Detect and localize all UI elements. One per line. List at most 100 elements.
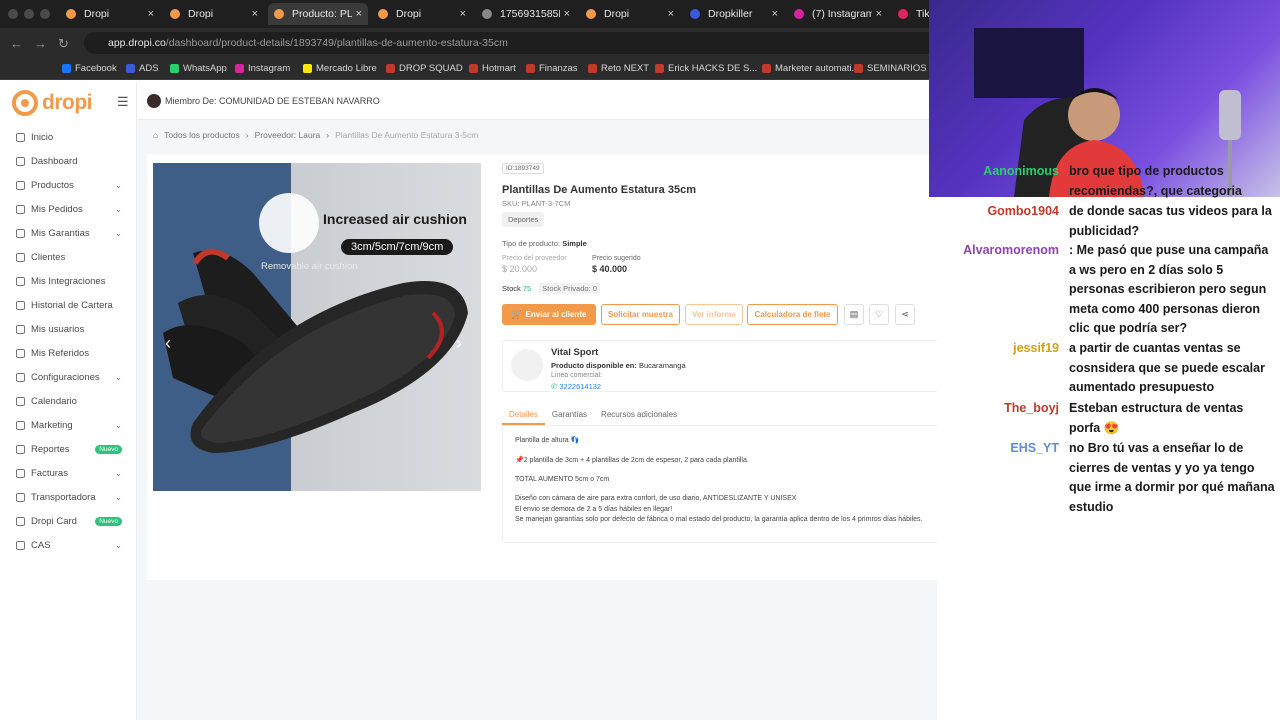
sidebar-item-clientes[interactable]: Clientes — [16, 248, 126, 266]
browser-tab[interactable]: 1756931585R × — [476, 3, 576, 25]
share-icon[interactable]: ⋖ — [895, 304, 915, 325]
heart-icon[interactable]: ♡ — [869, 304, 889, 325]
sidebar-item-icon — [16, 420, 25, 430]
tab-close-icon[interactable]: × — [148, 8, 154, 20]
tab-warranties[interactable]: Garantías — [545, 406, 594, 425]
browser-tab[interactable]: Dropi × — [60, 3, 160, 25]
chat-text: no Bro tú vas a enseñar lo de cierres de… — [1069, 441, 1275, 514]
tab-close-icon[interactable]: × — [564, 8, 570, 20]
tab-favicon-icon — [378, 9, 388, 19]
chevron-down-icon: ⌄ — [115, 420, 122, 430]
bookmark-item[interactable]: WhatsApp — [170, 63, 227, 74]
bookmark-item[interactable]: Finanzas — [526, 63, 578, 74]
tab-details[interactable]: Detalles — [502, 406, 545, 425]
sidebar-item-dropi-card[interactable]: Dropi Card Nuevo — [16, 512, 126, 530]
browser-tab[interactable]: Dropkiller × — [684, 3, 784, 25]
back-icon[interactable]: ← — [10, 36, 23, 51]
send-to-client-button[interactable]: 🛒 Enviar al cliente — [502, 304, 596, 325]
document-icon[interactable]: ▤ — [844, 304, 864, 325]
bookmark-item[interactable]: Marketer automati... — [762, 63, 859, 74]
sidebar-item-facturas[interactable]: Facturas ⌄ — [16, 464, 126, 482]
chat-username: jessif19 — [1013, 341, 1059, 355]
browser-tab[interactable]: (7) Instagram × — [788, 3, 888, 25]
sidebar-item-reportes[interactable]: Reportes Nuevo — [16, 440, 126, 458]
sidebar-item-configuraciones[interactable]: Configuraciones ⌄ — [16, 368, 126, 386]
description-line: Se manejan garantías solo por defecto de… — [515, 516, 923, 523]
sidebar-item-productos[interactable]: Productos ⌄ — [16, 176, 126, 194]
sidebar-item-label: Reportes — [31, 443, 70, 455]
sidebar-item-marketing[interactable]: Marketing ⌄ — [16, 416, 126, 434]
bookmark-icon — [469, 64, 478, 73]
tab-close-icon[interactable]: × — [668, 8, 674, 20]
breadcrumb-supplier[interactable]: Proveedor: Laura — [255, 130, 321, 140]
sidebar-item-inicio[interactable]: Inicio — [16, 128, 126, 146]
seller-phone[interactable]: ✆ 3222614132 — [551, 382, 601, 391]
tab-close-icon[interactable]: × — [252, 8, 258, 20]
tab-close-icon[interactable]: × — [772, 8, 778, 20]
tab-title: Dropi — [396, 8, 422, 20]
bookmark-item[interactable]: Hotmart — [469, 63, 516, 74]
product-type: Tipo de producto: Simple — [502, 239, 587, 248]
sidebar-item-cas[interactable]: CAS ⌄ — [16, 536, 126, 554]
sidebar-item-icon — [16, 444, 25, 454]
browser-tab[interactable]: Dropi × — [372, 3, 472, 25]
whatsapp-icon: ✆ — [551, 382, 558, 391]
sidebar-item-calendario[interactable]: Calendario — [16, 392, 126, 410]
bookmark-icon — [235, 64, 244, 73]
bookmark-item[interactable]: Facebook — [62, 63, 117, 74]
bookmark-item[interactable]: DROP SQUAD — [386, 63, 463, 74]
prev-image-icon[interactable]: ‹ — [165, 333, 171, 354]
sidebar-item-icon — [16, 132, 25, 142]
home-icon[interactable]: ⌂ — [153, 130, 158, 140]
tab-close-icon[interactable]: × — [460, 8, 466, 20]
tab-favicon-icon — [794, 9, 804, 19]
browser-tab[interactable]: Dropi × — [580, 3, 680, 25]
browser-tab[interactable]: Producto: PLA × — [268, 3, 368, 25]
request-sample-button[interactable]: Solicitar muestra — [601, 304, 680, 325]
sidebar-item-transportadora[interactable]: Transportadora ⌄ — [16, 488, 126, 506]
product-type-value: Simple — [562, 239, 587, 248]
next-image-icon[interactable]: › — [456, 333, 462, 354]
window-zoom-dot[interactable] — [40, 9, 50, 19]
tab-title: Producto: PLA — [292, 8, 352, 20]
bookmark-label: Hotmart — [482, 63, 516, 74]
window-minimize-dot[interactable] — [24, 9, 34, 19]
bookmark-label: WhatsApp — [183, 63, 227, 74]
browser-tab[interactable]: Dropi × — [164, 3, 264, 25]
tab-favicon-icon — [274, 9, 284, 19]
bookmark-item[interactable]: Reto NEXT — [588, 63, 649, 74]
menu-icon[interactable]: ☰ — [117, 94, 129, 110]
dropi-logo[interactable]: dropi — [12, 90, 93, 116]
bookmark-item[interactable]: Mercado Libre — [303, 63, 377, 74]
bookmark-item[interactable]: SEMINARIOS — [854, 63, 927, 74]
member-text: Miembro De: COMUNIDAD DE ESTEBAN NAVARRO — [165, 96, 380, 106]
tab-title: Dropi — [604, 8, 630, 20]
sidebar-item-icon — [16, 276, 25, 286]
chat-username: Aanonimous — [983, 164, 1059, 178]
bookmark-item[interactable]: Erick HACKS DE S... — [655, 63, 757, 74]
bookmark-item[interactable]: Instagram — [235, 63, 290, 74]
sidebar-item-dashboard[interactable]: Dashboard — [16, 152, 126, 170]
window-close-dot[interactable] — [8, 9, 18, 19]
sidebar-item-mis-integraciones[interactable]: Mis Integraciones — [16, 272, 126, 290]
freight-calculator-button[interactable]: Calculadora de flete — [747, 304, 838, 325]
forward-icon[interactable]: → — [34, 36, 47, 51]
phone-number: 3222614132 — [559, 382, 602, 391]
sidebar-item-label: Marketing — [31, 419, 73, 431]
sidebar-item-historial-de-cartera[interactable]: Historial de Cartera — [16, 296, 126, 314]
sidebar-item-mis-garantias[interactable]: Mis Garantias ⌄ — [16, 224, 126, 242]
reload-icon[interactable]: ↻ — [58, 36, 69, 52]
tab-resources[interactable]: Recursos adicionales — [594, 406, 684, 425]
tab-close-icon[interactable]: × — [876, 8, 882, 20]
tab-favicon-icon — [690, 9, 700, 19]
sidebar-item-mis-pedidos[interactable]: Mis Pedidos ⌄ — [16, 200, 126, 218]
tab-close-icon[interactable]: × — [356, 8, 362, 20]
bookmark-item[interactable]: ADS — [126, 63, 159, 74]
bookmark-label: Erick HACKS DE S... — [668, 63, 758, 74]
sidebar-item-mis-referidos[interactable]: Mis Referidos — [16, 344, 126, 362]
url-host: app.dropi.co — [108, 37, 166, 49]
view-report-button[interactable]: Ver informe — [685, 304, 743, 325]
sidebar-item-mis-usuarios[interactable]: Mis usuarios — [16, 320, 126, 338]
url-field[interactable]: app.dropi.co/dashboard/product-details/1… — [84, 32, 944, 54]
breadcrumb-products[interactable]: Todos los productos — [164, 130, 240, 140]
